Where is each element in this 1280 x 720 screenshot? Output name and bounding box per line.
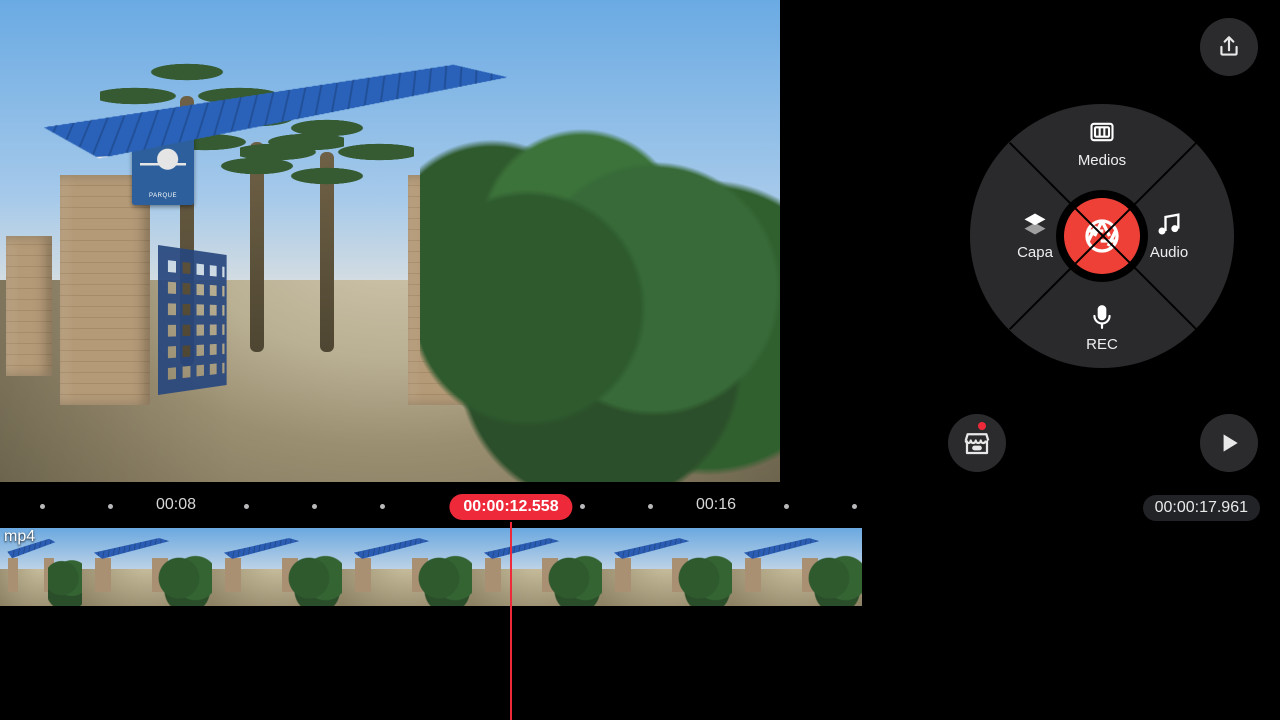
ruler-dot: [108, 504, 113, 509]
clip-thumbnail: [602, 528, 732, 606]
play-icon: [1216, 430, 1242, 456]
clip-duration: 00:00:17.961: [1143, 495, 1260, 521]
preview-pillar: PARQUE: [60, 175, 150, 405]
clip-filename: mp4: [4, 528, 35, 546]
ruler-dot: [648, 504, 653, 509]
clip-thumbnail: [472, 528, 602, 606]
wheel-rec[interactable]: REC: [1047, 304, 1157, 354]
wheel-capa-label: Capa: [1017, 244, 1053, 261]
ruler-dot: [244, 504, 249, 509]
ruler-tick-label: 00:16: [696, 496, 736, 514]
playhead-line[interactable]: [510, 522, 512, 720]
ruler-dot: [580, 504, 585, 509]
share-icon: [1216, 34, 1242, 60]
play-button[interactable]: [1200, 414, 1258, 472]
ruler-dot: [40, 504, 45, 509]
clip-track[interactable]: [0, 528, 862, 606]
wheel-capa[interactable]: Capa: [980, 210, 1090, 262]
clip-thumbnail: [82, 528, 212, 606]
clip-thumbnail: [212, 528, 342, 606]
mic-icon: [1089, 304, 1115, 330]
wheel-audio-label: Audio: [1150, 244, 1188, 261]
store-button[interactable]: [948, 414, 1006, 472]
ruler-tick-label: 00:08: [156, 496, 196, 514]
wheel-medios[interactable]: Medios: [1047, 118, 1157, 170]
music-icon: [1155, 210, 1183, 238]
store-icon: [962, 428, 992, 458]
ruler-dot: [380, 504, 385, 509]
park-sign-text: PARQUE: [132, 193, 194, 199]
preview-palm: [320, 152, 334, 352]
video-preview[interactable]: PARQUE: [0, 0, 780, 482]
clip-thumbnail: [342, 528, 472, 606]
playhead-time: 00:00:12.558: [449, 494, 572, 520]
preview-bush: [420, 96, 780, 482]
ruler-dot: [852, 504, 857, 509]
preview-gate: [158, 245, 227, 395]
media-icon: [1088, 118, 1116, 146]
timeline-ruler[interactable]: 00:08 00:16: [0, 490, 1280, 524]
wheel-audio[interactable]: Audio: [1114, 210, 1224, 262]
ruler-dot: [312, 504, 317, 509]
layers-icon: [1021, 210, 1049, 238]
clip-thumbnail: [732, 528, 862, 606]
preview-pillar: [6, 236, 52, 376]
export-button[interactable]: [1200, 18, 1258, 76]
wheel-medios-label: Medios: [1078, 152, 1126, 169]
ruler-dot: [784, 504, 789, 509]
wheel-rec-label: REC: [1086, 336, 1118, 353]
media-wheel: Medios Capa Audio REC: [970, 104, 1234, 368]
